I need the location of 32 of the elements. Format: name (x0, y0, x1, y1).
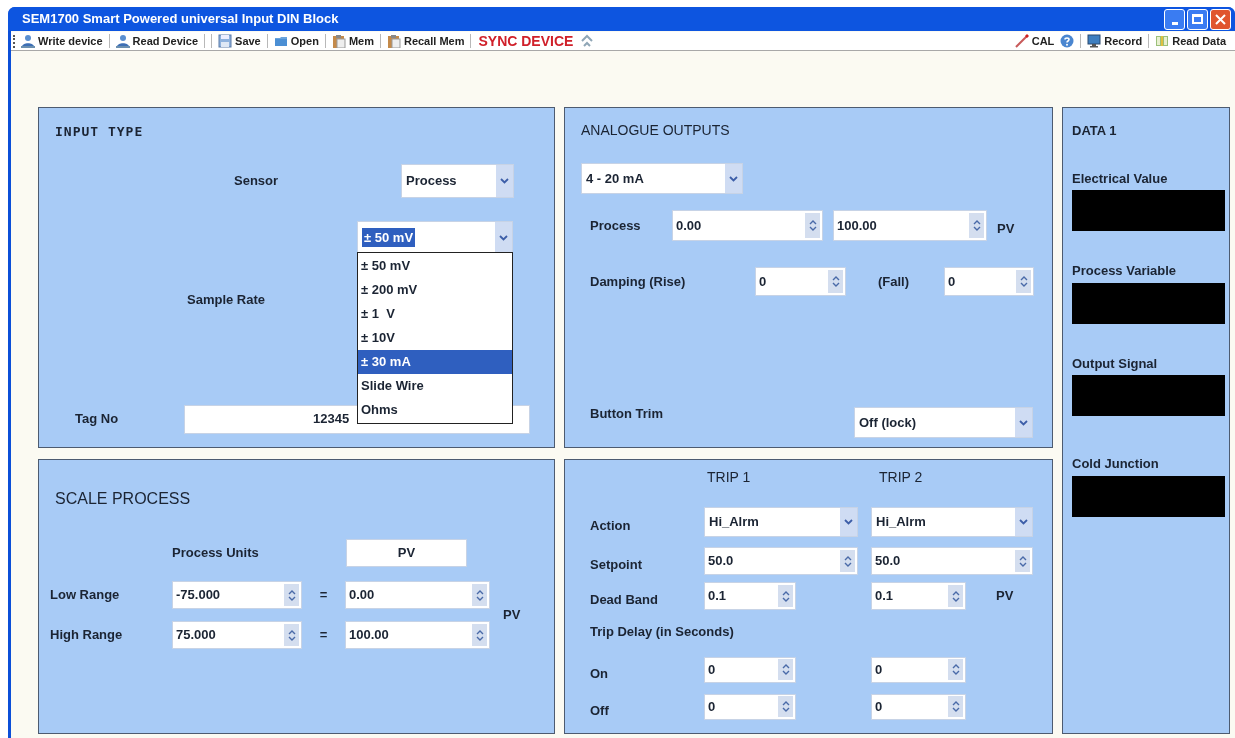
field-label: Cold Junction (1072, 455, 1160, 473)
field-label: Process Variable (1072, 262, 1178, 280)
field-label: (Fall) (878, 272, 911, 291)
field-label: = (318, 586, 329, 605)
field-label: Damping (Rise) (590, 272, 687, 291)
field-label: Sample Rate (187, 290, 266, 309)
column-header: TRIP 1 (707, 467, 752, 487)
field-label: Process Units (172, 544, 260, 563)
panel-title: DATA 1 (1072, 122, 1118, 140)
panel-title: SCALE PROCESS (55, 489, 192, 509)
window-title: SEM1700 Smart Powered universal Input DIN Block (22, 10, 339, 29)
field-label: Low Range (50, 586, 121, 605)
field-label: = (318, 626, 329, 645)
panel-title: INPUT TYPE (55, 123, 145, 141)
field-label: Setpoint (590, 556, 643, 575)
field-label: PV (996, 587, 1014, 606)
field-label: Tag No (75, 410, 120, 429)
field-label: Process (590, 216, 642, 235)
field-label: Off (590, 701, 610, 720)
field-label: PV (997, 219, 1015, 238)
field-label: PV (503, 606, 521, 625)
field-label: On (590, 664, 610, 683)
field-label: Electrical Value (1072, 169, 1169, 188)
field-label: Action (590, 517, 632, 536)
field-label: Output Signal (1072, 354, 1159, 373)
field-label: Button Trim (590, 405, 664, 423)
column-header: TRIP 2 (879, 467, 923, 487)
field-label: Trip Delay (in Seconds) (590, 623, 735, 641)
field-label: Sensor (234, 171, 280, 190)
field-label: Dead Band (590, 591, 659, 610)
field-label: High Range (50, 626, 124, 645)
panel-title: ANALOGUE OUTPUTS (581, 121, 731, 140)
